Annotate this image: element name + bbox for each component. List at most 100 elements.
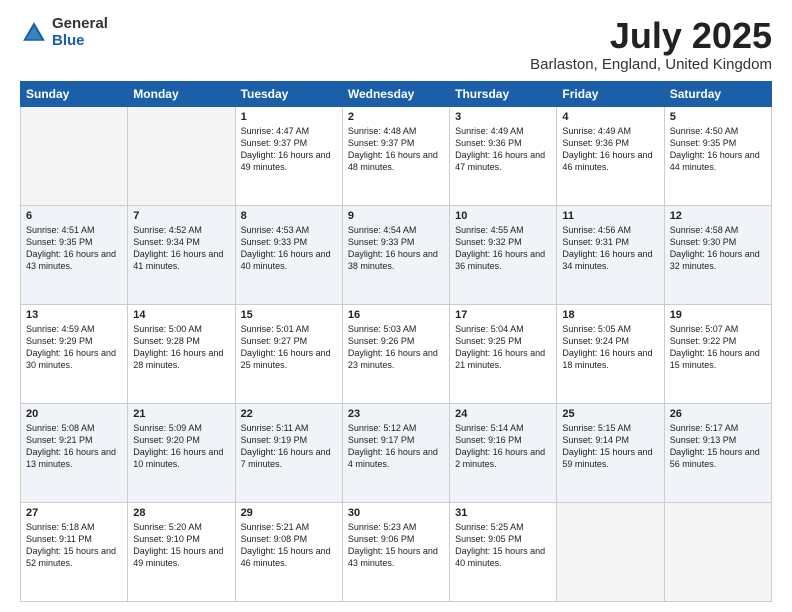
sunrise-text: Sunrise: 4:58 AM (670, 225, 739, 235)
daylight-text: Daylight: 16 hours and 38 minutes. (348, 249, 438, 271)
daylight-text: Daylight: 16 hours and 49 minutes. (241, 150, 331, 172)
sunset-text: Sunset: 9:24 PM (562, 336, 629, 346)
calendar-week-2: 6Sunrise: 4:51 AMSunset: 9:35 PMDaylight… (21, 205, 772, 304)
calendar-cell: 2 Sunrise: 4:48 AMSunset: 9:37 PMDaylight… (342, 106, 449, 205)
sunrise-text: Sunrise: 5:18 AM (26, 522, 95, 532)
daylight-text: Daylight: 15 hours and 43 minutes. (348, 546, 438, 568)
day-info: Sunrise: 5:04 AM Sunset: 9:25 PM Daylight:… (455, 323, 551, 372)
day-info: Sunrise: 5:25 AMSunset: 9:05 PMDaylight:… (455, 521, 551, 570)
calendar-header-tuesday: Tuesday (235, 81, 342, 106)
page: General Blue July 2025 Barlaston, Englan… (0, 0, 792, 612)
daylight-text: Daylight: 16 hours and 2 minutes. (455, 447, 545, 469)
sunset-text: Sunset: 9:11 PM (26, 534, 92, 544)
sunset-text: Sunset: 9:36 PM (455, 138, 522, 148)
daylight-text: Daylight: 16 hours and 23 minutes. (348, 348, 438, 370)
daylight-text: Daylight: 16 hours and 48 minutes. (348, 150, 438, 172)
sunrise-text: Sunrise: 5:12 AM (348, 423, 417, 433)
calendar-week-4: 20Sunrise: 5:08 AMSunset: 9:21 PMDayligh… (21, 403, 772, 502)
day-number: 26 (670, 408, 766, 420)
calendar-cell: 28Sunrise: 5:20 AMSunset: 9:10 PMDayligh… (128, 502, 235, 601)
calendar-cell: 6Sunrise: 4:51 AMSunset: 9:35 PMDaylight… (21, 205, 128, 304)
day-number: 1 (241, 111, 337, 123)
sunrise-text: Sunrise: 4:59 AM (26, 324, 95, 334)
sunrise-text: Sunrise: 5:17 AM (670, 423, 739, 433)
daylight-text: Daylight: 15 hours and 40 minutes. (455, 546, 545, 568)
calendar-cell: 14Sunrise: 5:00 AMSunset: 9:28 PMDayligh… (128, 304, 235, 403)
day-number: 21 (133, 408, 229, 420)
calendar-cell: 22 Sunrise: 5:11 AM Sunset: 9:19 PM Dayligh… (235, 403, 342, 502)
calendar-cell: 19Sunrise: 5:07 AMSunset: 9:22 PMDayligh… (664, 304, 771, 403)
sunset-text: Sunset: 9:26 PM (348, 336, 415, 346)
daylight-text: Daylight: 16 hours and 36 minutes. (455, 249, 545, 271)
sunrise-text: Sunrise: 5:23 AM (348, 522, 417, 532)
calendar-cell: 24Sunrise: 5:14 AMSunset: 9:16 PMDayligh… (450, 403, 557, 502)
day-info: Sunrise: 5:17 AMSunset: 9:13 PMDaylight:… (670, 422, 766, 471)
day-info: Sunrise: 4:49 AMSunset: 9:36 PMDaylight:… (562, 125, 658, 174)
daylight-text: Daylight: 16 hours and 21 minutes. (455, 348, 545, 370)
sunrise-text: Sunrise: 4:47 AM (241, 126, 310, 136)
day-number: 2 (348, 111, 444, 123)
sunrise-text: Sunrise: 5:04 AM (455, 324, 524, 334)
logo-icon (20, 19, 48, 47)
day-info: Sunrise: 5:15 AMSunset: 9:14 PMDaylight:… (562, 422, 658, 471)
daylight-text: Daylight: 16 hours and 15 minutes. (670, 348, 760, 370)
sunset-text: Sunset: 9:14 PM (562, 435, 629, 445)
sunset-text: Sunset: 9:19 PM (241, 435, 308, 445)
daylight-text: Daylight: 16 hours and 40 minutes. (241, 249, 331, 271)
day-info: Sunrise: 5:12 AMSunset: 9:17 PMDaylight:… (348, 422, 444, 471)
calendar-week-3: 13Sunrise: 4:59 AMSunset: 9:29 PMDayligh… (21, 304, 772, 403)
calendar-header-friday: Friday (557, 81, 664, 106)
calendar-header-wednesday: Wednesday (342, 81, 449, 106)
sunrise-text: Sunrise: 4:54 AM (348, 225, 417, 235)
daylight-text: Daylight: 16 hours and 7 minutes. (241, 447, 331, 469)
day-number: 29 (241, 507, 337, 519)
calendar-cell: 16Sunrise: 5:03 AMSunset: 9:26 PMDayligh… (342, 304, 449, 403)
sunset-text: Sunset: 9:25 PM (455, 336, 522, 346)
sunrise-text: Sunrise: 4:49 AM (455, 126, 524, 136)
daylight-text: Daylight: 15 hours and 49 minutes. (133, 546, 223, 568)
daylight-text: Daylight: 16 hours and 10 minutes. (133, 447, 223, 469)
calendar-cell: 18Sunrise: 5:05 AMSunset: 9:24 PMDayligh… (557, 304, 664, 403)
calendar-cell: 20Sunrise: 5:08 AMSunset: 9:21 PMDayligh… (21, 403, 128, 502)
day-info: Sunrise: 4:49 AMSunset: 9:36 PMDaylight:… (455, 125, 551, 174)
sunset-text: Sunset: 9:33 PM (348, 237, 415, 247)
day-info: Sunrise: 5:08 AMSunset: 9:21 PMDaylight:… (26, 422, 122, 471)
day-number: 25 (562, 408, 658, 420)
logo-blue: Blue (52, 33, 108, 50)
day-number: 9 (348, 210, 444, 222)
sunrise-text: Sunrise: 4:50 AM (670, 126, 739, 136)
calendar-cell: 21 Sunrise: 5:09 AMSunset: 9:20 PMDayligh… (128, 403, 235, 502)
day-number: 22 (241, 408, 337, 420)
calendar: SundayMondayTuesdayWednesdayThursdayFrid… (20, 81, 772, 602)
daylight-text: Daylight: 16 hours and 25 minutes. (241, 348, 331, 370)
calendar-cell: 15Sunrise: 5:01 AMSunset: 9:27 PMDayligh… (235, 304, 342, 403)
sunrise-text: Sunrise: 5:09 AM (133, 423, 202, 433)
sunrise-text: Sunrise: 4:55 AM (455, 225, 524, 235)
sunset-text: Sunset: 9:32 PM (455, 237, 522, 247)
day-info: Sunrise: 5:09 AMSunset: 9:20 PMDaylight:… (133, 422, 229, 471)
calendar-cell: 30Sunrise: 5:23 AMSunset: 9:06 PMDayligh… (342, 502, 449, 601)
daylight-text: Daylight: 15 hours and 46 minutes. (241, 546, 331, 568)
day-info: Sunrise: 4:47 AMSunset: 9:37 PMDaylight:… (241, 125, 337, 174)
daylight-text: Daylight: 15 hours and 52 minutes. (26, 546, 116, 568)
day-number: 30 (348, 507, 444, 519)
calendar-cell (664, 502, 771, 601)
sunrise-text: Sunrise: 5:11 AM (241, 423, 309, 433)
calendar-cell: 1 Sunrise: 4:47 AMSunset: 9:37 PMDaylight… (235, 106, 342, 205)
calendar-cell: 12Sunrise: 4:58 AMSunset: 9:30 PMDayligh… (664, 205, 771, 304)
day-number: 31 (455, 507, 551, 519)
day-number: 28 (133, 507, 229, 519)
sunset-text: Sunset: 9:29 PM (26, 336, 93, 346)
sunrise-text: Sunrise: 5:14 AM (455, 423, 524, 433)
sunrise-text: Sunrise: 4:48 AM (348, 126, 417, 136)
day-number: 24 (455, 408, 551, 420)
sunrise-text: Sunrise: 5:03 AM (348, 324, 417, 334)
daylight-text: Daylight: 15 hours and 56 minutes. (670, 447, 760, 469)
day-info: Sunrise: 4:48 AMSunset: 9:37 PMDaylight:… (348, 125, 444, 174)
day-info: Sunrise: 5:11 AM Sunset: 9:19 PM Daylight:… (241, 422, 337, 471)
sunset-text: Sunset: 9:35 PM (26, 237, 93, 247)
daylight-text: Daylight: 16 hours and 28 minutes. (133, 348, 223, 370)
calendar-header-thursday: Thursday (450, 81, 557, 106)
calendar-cell: 3Sunrise: 4:49 AMSunset: 9:36 PMDaylight… (450, 106, 557, 205)
sunrise-text: Sunrise: 4:49 AM (562, 126, 631, 136)
